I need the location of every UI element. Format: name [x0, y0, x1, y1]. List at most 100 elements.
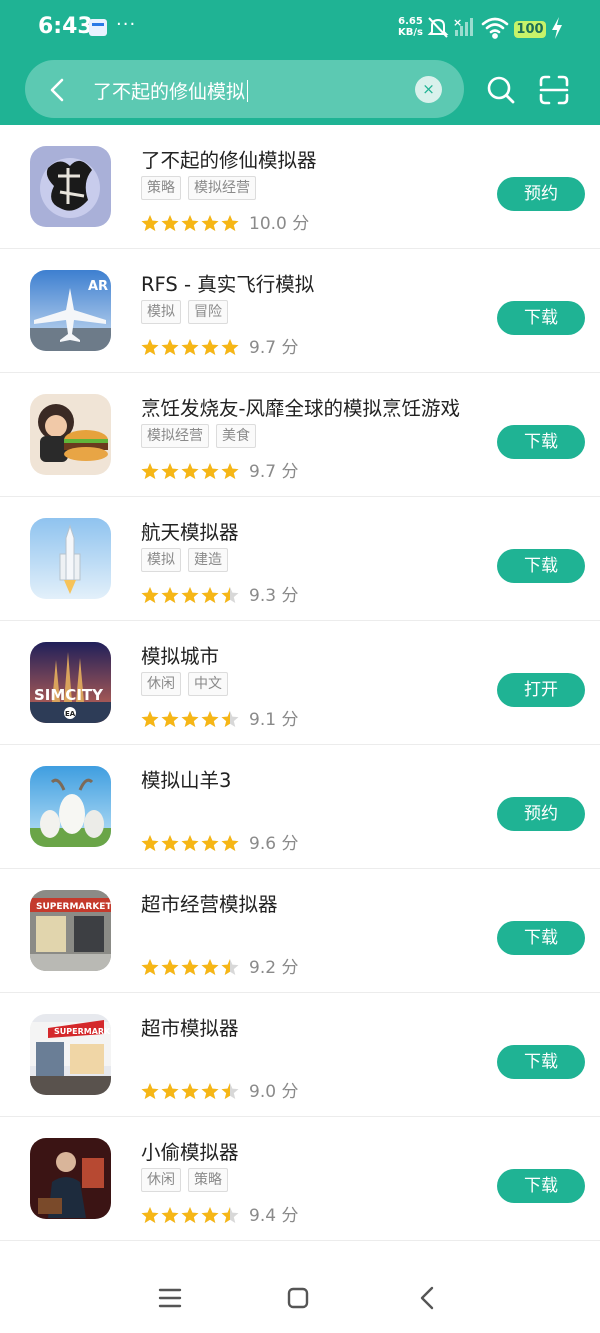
scan-icon[interactable] [538, 74, 570, 106]
status-time: 6:43 [38, 14, 93, 39]
app-name[interactable]: 了不起的修仙模拟器 [141, 144, 317, 173]
list-item[interactable]: 航天模拟器 模拟 建造 9.3 分 下载 [0, 497, 600, 621]
list-item[interactable]: AR RFS - 真实飞行模拟 模拟 冒险 9.7 分 下载 [0, 249, 600, 373]
app-rating: 9.3 分 [141, 581, 298, 606]
list-item[interactable]: SUPERMARKET 超市模拟器 9.0 分 下载 [0, 993, 600, 1117]
star-icon [181, 215, 199, 231]
app-tags: 模拟 冒险 [141, 300, 235, 324]
app-name[interactable]: 超市模拟器 [141, 1012, 239, 1041]
star-icon [141, 587, 159, 603]
app-tag: 冒险 [188, 300, 228, 324]
rating-stars [141, 834, 241, 853]
app-score: 10.0 分 [249, 214, 310, 234]
app-icon-goat-simulator[interactable] [30, 766, 111, 847]
app-icon-supermarket-simulator[interactable]: SUPERMARKET [30, 1014, 111, 1095]
open-button[interactable]: 打开 [497, 673, 585, 707]
app-tag: 模拟 [141, 548, 181, 572]
system-nav-bar [0, 1268, 600, 1333]
list-item[interactable]: 小偷模拟器 休闲 策略 9.4 分 下载 [0, 1117, 600, 1241]
star-icon [221, 215, 239, 231]
list-item[interactable]: SUPERMARKET 超市经营模拟器 9.2 分 下载 [0, 869, 600, 993]
back-icon[interactable] [416, 1285, 438, 1311]
app-name[interactable]: 航天模拟器 [141, 516, 239, 545]
star-icon [181, 835, 199, 851]
app-score: 9.7 分 [249, 462, 299, 482]
top-bar: 6:43 ··· 6.65 KB/s × 100 了不起的修仙模拟 × [0, 0, 600, 125]
signal-icon: × [453, 16, 473, 36]
app-rating: 9.7 分 [141, 457, 299, 482]
star-icon [141, 1207, 159, 1223]
app-tag: 模拟经营 [188, 176, 256, 200]
star-icon [141, 711, 159, 727]
search-icon[interactable] [485, 74, 517, 106]
menu-icon[interactable] [157, 1287, 183, 1309]
rating-stars [141, 214, 241, 233]
app-name[interactable]: 超市经营模拟器 [141, 888, 278, 917]
star-icon [161, 711, 179, 727]
app-name[interactable]: 小偷模拟器 [141, 1136, 239, 1165]
status-icons: × [427, 16, 509, 39]
reserve-button[interactable]: 预约 [497, 177, 585, 211]
list-item[interactable]: SIMCITY EA 模拟城市 休闲 中文 9.1 分 打开 [0, 621, 600, 745]
list-item[interactable]: 模拟山羊3 9.6 分 预约 [0, 745, 600, 869]
app-icon-cultivation-game[interactable] [30, 146, 111, 227]
app-name[interactable]: 模拟山羊3 [141, 764, 231, 793]
download-button[interactable]: 下载 [497, 425, 585, 459]
star-icon [161, 1083, 179, 1099]
app-name[interactable]: RFS - 真实飞行模拟 [141, 268, 314, 297]
list-item[interactable]: 了不起的修仙模拟器 策略 模拟经营 10.0 分 预约 [0, 125, 600, 249]
app-tag: 策略 [141, 176, 181, 200]
app-tag: 模拟 [141, 300, 181, 324]
app-rating: 9.6 分 [141, 829, 298, 854]
app-tag: 策略 [188, 1168, 228, 1192]
notification-app-icon [89, 19, 107, 36]
download-button[interactable]: 下载 [497, 549, 585, 583]
star-icon [161, 1207, 179, 1223]
clear-search-button[interactable]: × [415, 76, 442, 103]
app-icon-cooking-fever[interactable] [30, 394, 111, 475]
download-button[interactable]: 下载 [497, 921, 585, 955]
icon-ar-text: AR [88, 279, 108, 294]
home-icon[interactable] [287, 1287, 309, 1309]
app-tags: 休闲 中文 [141, 672, 235, 696]
star-icon [161, 959, 179, 975]
app-icon-thief-simulator[interactable] [30, 1138, 111, 1219]
back-arrow-icon[interactable] [44, 75, 74, 105]
wifi-icon [481, 17, 509, 39]
app-tag: 美食 [216, 424, 256, 448]
download-button[interactable]: 下载 [497, 1045, 585, 1079]
app-icon-spaceflight-simulator[interactable] [30, 518, 111, 599]
app-tag: 模拟经营 [141, 424, 209, 448]
star-icon [181, 959, 199, 975]
star-icon [141, 1083, 159, 1099]
app-icon-supermarket-manager[interactable]: SUPERMARKET [30, 890, 111, 971]
list-item[interactable]: 烹饪发烧友-风靡全球的模拟烹饪游戏 模拟经营 美食 9.7 分 下载 [0, 373, 600, 497]
star-icon [221, 463, 239, 479]
app-rating: 9.7 分 [141, 333, 298, 358]
rating-stars [141, 1206, 241, 1225]
app-rating: 10.0 分 [141, 209, 310, 234]
star-icon [201, 835, 219, 851]
search-results-list: 了不起的修仙模拟器 策略 模拟经营 10.0 分 预约 AR RFS - 真实飞行… [0, 125, 600, 1241]
star-icon [221, 835, 239, 851]
app-score: 9.2 分 [249, 958, 299, 978]
rating-stars [141, 1082, 241, 1101]
app-name[interactable]: 模拟城市 [141, 640, 219, 669]
star-icon [201, 1083, 219, 1099]
app-icon-simcity[interactable]: SIMCITY EA [30, 642, 111, 723]
icon-simcity-text: SIMCITY [34, 686, 104, 704]
star-icon [181, 1207, 199, 1223]
app-icon-flight-simulator[interactable]: AR [30, 270, 111, 351]
icon-supermarket-text: SUPERMARKET [36, 902, 111, 912]
app-rating: 9.2 分 [141, 953, 299, 978]
star-icon [181, 339, 199, 355]
download-button[interactable]: 下载 [497, 1169, 585, 1203]
star-icon [141, 339, 159, 355]
reserve-button[interactable]: 预约 [497, 797, 585, 831]
star-icon [141, 835, 159, 851]
rating-stars [141, 462, 241, 481]
star-icon [221, 339, 239, 355]
app-name[interactable]: 烹饪发烧友-风靡全球的模拟烹饪游戏 [141, 392, 460, 421]
download-button[interactable]: 下载 [497, 301, 585, 335]
search-input[interactable]: 了不起的修仙模拟 [93, 77, 249, 104]
